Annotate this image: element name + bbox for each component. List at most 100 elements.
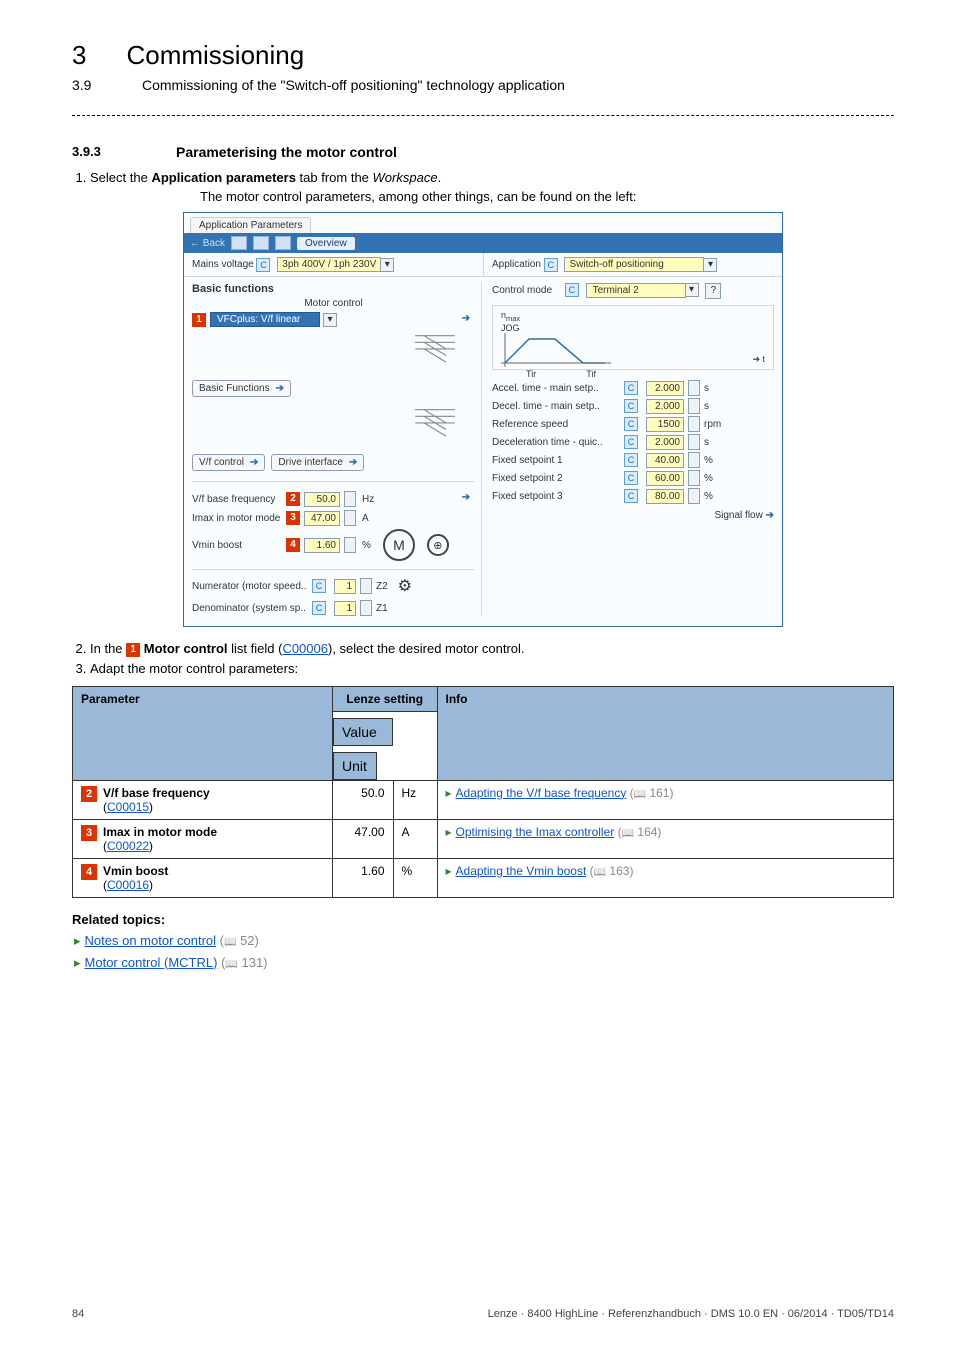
- spinner[interactable]: [688, 380, 700, 396]
- refspeed-label: Reference speed: [492, 419, 620, 430]
- encoder-icon: ⊕: [427, 534, 449, 556]
- accel-input[interactable]: 2.000: [646, 381, 684, 396]
- topic-link[interactable]: Notes on motor control: [85, 933, 217, 948]
- spinner[interactable]: [344, 491, 356, 507]
- fsp1-label: Fixed setpoint 1: [492, 455, 620, 466]
- nav-icon[interactable]: [253, 236, 269, 250]
- related-topic-item: Notes on motor control ( 52): [74, 933, 894, 949]
- chapter-title: Commissioning: [126, 40, 304, 71]
- spinner[interactable]: [360, 578, 372, 594]
- basic-functions-title: Basic functions: [192, 283, 475, 295]
- marker: 4: [81, 864, 97, 880]
- vfbase-input[interactable]: 50.0: [304, 492, 340, 507]
- numerator-input[interactable]: 1: [334, 579, 356, 594]
- application-label: Application: [492, 259, 541, 270]
- spinner[interactable]: [688, 398, 700, 414]
- control-mode-select[interactable]: Terminal 2: [586, 283, 686, 298]
- c-badge-icon[interactable]: C: [312, 579, 326, 593]
- overview-button[interactable]: Overview: [297, 237, 355, 250]
- code-link[interactable]: C00022: [107, 839, 149, 853]
- vmin-label: Vmin boost: [192, 540, 282, 551]
- ramp-graph: nmax JOG TirTif ➔ t: [492, 305, 774, 370]
- drive-interface-button[interactable]: Drive interface ➔: [271, 454, 364, 471]
- fsp2-input[interactable]: 60.00: [646, 471, 684, 486]
- spinner[interactable]: [360, 600, 372, 616]
- spinner[interactable]: [688, 416, 700, 432]
- chevron-down-icon[interactable]: ▾: [323, 313, 337, 327]
- arrow-right-icon[interactable]: ➔: [457, 313, 475, 327]
- table-row: 2V/f base frequency(C00015)50.0HzAdaptin…: [73, 780, 894, 819]
- imax-input[interactable]: 47.00: [304, 511, 340, 526]
- subsection-title: Parameterising the motor control: [176, 144, 397, 160]
- application-select[interactable]: Switch-off positioning: [564, 257, 704, 272]
- page-number: 84: [72, 1308, 84, 1320]
- accel-label: Accel. time - main setp..: [492, 383, 620, 394]
- spinner[interactable]: [688, 488, 700, 504]
- decel-label: Decel. time - main setp..: [492, 401, 620, 412]
- signal-flow-link[interactable]: Signal flow: [714, 510, 762, 521]
- marker-2: 2: [286, 492, 300, 506]
- section-number: 3.9: [72, 77, 102, 93]
- related-topic-item: Motor control (MCTRL) ( 131): [74, 955, 894, 971]
- mains-voltage-select[interactable]: 3ph 400V / 1ph 230V: [277, 257, 381, 272]
- table-row: 4Vmin boost(C00016)1.60%Adapting the Vmi…: [73, 858, 894, 897]
- chevron-down-icon[interactable]: ▾: [703, 258, 717, 272]
- marker-1: 1: [192, 313, 206, 327]
- c-badge-icon[interactable]: C: [256, 258, 270, 272]
- spinner[interactable]: [688, 452, 700, 468]
- arrow-right-icon[interactable]: ➔: [457, 492, 475, 506]
- chapter-number: 3: [72, 40, 86, 71]
- inverter-icon: [413, 333, 457, 367]
- spinner[interactable]: [688, 434, 700, 450]
- refspeed-input[interactable]: 1500: [646, 417, 684, 432]
- topic-link[interactable]: Motor control (MCTRL): [85, 955, 218, 970]
- footer-meta: Lenze · 8400 HighLine · Referenzhandbuch…: [488, 1308, 894, 1320]
- screenshot-panel: Application Parameters ← Back Overview M…: [183, 212, 783, 627]
- motor-icon: M: [383, 529, 415, 561]
- marker-4: 4: [286, 538, 300, 552]
- chevron-down-icon[interactable]: ▾: [380, 258, 394, 272]
- decel-input[interactable]: 2.000: [646, 399, 684, 414]
- spinner[interactable]: [688, 470, 700, 486]
- c-badge-icon[interactable]: C: [544, 258, 558, 272]
- control-mode-label: Control mode: [492, 285, 562, 296]
- info-link[interactable]: Adapting the Vmin boost: [456, 864, 587, 878]
- help-button[interactable]: ?: [705, 283, 721, 299]
- back-button[interactable]: ← Back: [190, 238, 225, 249]
- nav-icon[interactable]: [231, 236, 247, 250]
- c-badge-icon[interactable]: C: [565, 283, 579, 297]
- denominator-input[interactable]: 1: [334, 601, 356, 616]
- section-title: Commissioning of the "Switch-off positio…: [142, 77, 565, 93]
- fsp1-input[interactable]: 40.00: [646, 453, 684, 468]
- code-link[interactable]: C00015: [107, 800, 149, 814]
- dectime-input[interactable]: 2.000: [646, 435, 684, 450]
- vfbase-label: V/f base frequency: [192, 494, 282, 505]
- code-link[interactable]: C00016: [107, 878, 149, 892]
- vmin-input[interactable]: 1.60: [304, 538, 340, 553]
- vf-control-button[interactable]: V/f control ➔: [192, 454, 265, 471]
- step-1-sub: The motor control parameters, among othe…: [200, 189, 894, 204]
- info-link[interactable]: Adapting the V/f base frequency: [456, 786, 627, 800]
- th-lenze: Lenze setting: [333, 686, 438, 711]
- related-topics-title: Related topics:: [72, 912, 894, 927]
- basic-functions-button[interactable]: Basic Functions ➔: [192, 380, 291, 397]
- fsp3-input[interactable]: 80.00: [646, 489, 684, 504]
- th-parameter: Parameter: [73, 686, 333, 780]
- motor-control-select[interactable]: VFCplus: V/f linear: [210, 312, 320, 327]
- c-badge-icon[interactable]: C: [312, 601, 326, 615]
- subsection-number: 3.9.3: [72, 144, 136, 160]
- chevron-down-icon[interactable]: ▾: [685, 283, 699, 297]
- spinner[interactable]: [344, 537, 356, 553]
- numerator-label: Numerator (motor speed..: [192, 581, 308, 592]
- step-3: Adapt the motor control parameters:: [90, 661, 894, 676]
- info-link[interactable]: Optimising the Imax controller: [456, 825, 615, 839]
- tab-app-params[interactable]: Application Parameters: [190, 217, 311, 233]
- motor-control-label: Motor control: [192, 298, 475, 309]
- step-2: In the 1 Motor control list field (C0000…: [90, 641, 894, 657]
- c00006-link[interactable]: C00006: [282, 641, 328, 656]
- step-1: Select the Application parameters tab fr…: [90, 170, 894, 185]
- th-info: Info: [437, 686, 894, 780]
- fsp3-label: Fixed setpoint 3: [492, 491, 620, 502]
- spinner[interactable]: [344, 510, 356, 526]
- nav-icon[interactable]: [275, 236, 291, 250]
